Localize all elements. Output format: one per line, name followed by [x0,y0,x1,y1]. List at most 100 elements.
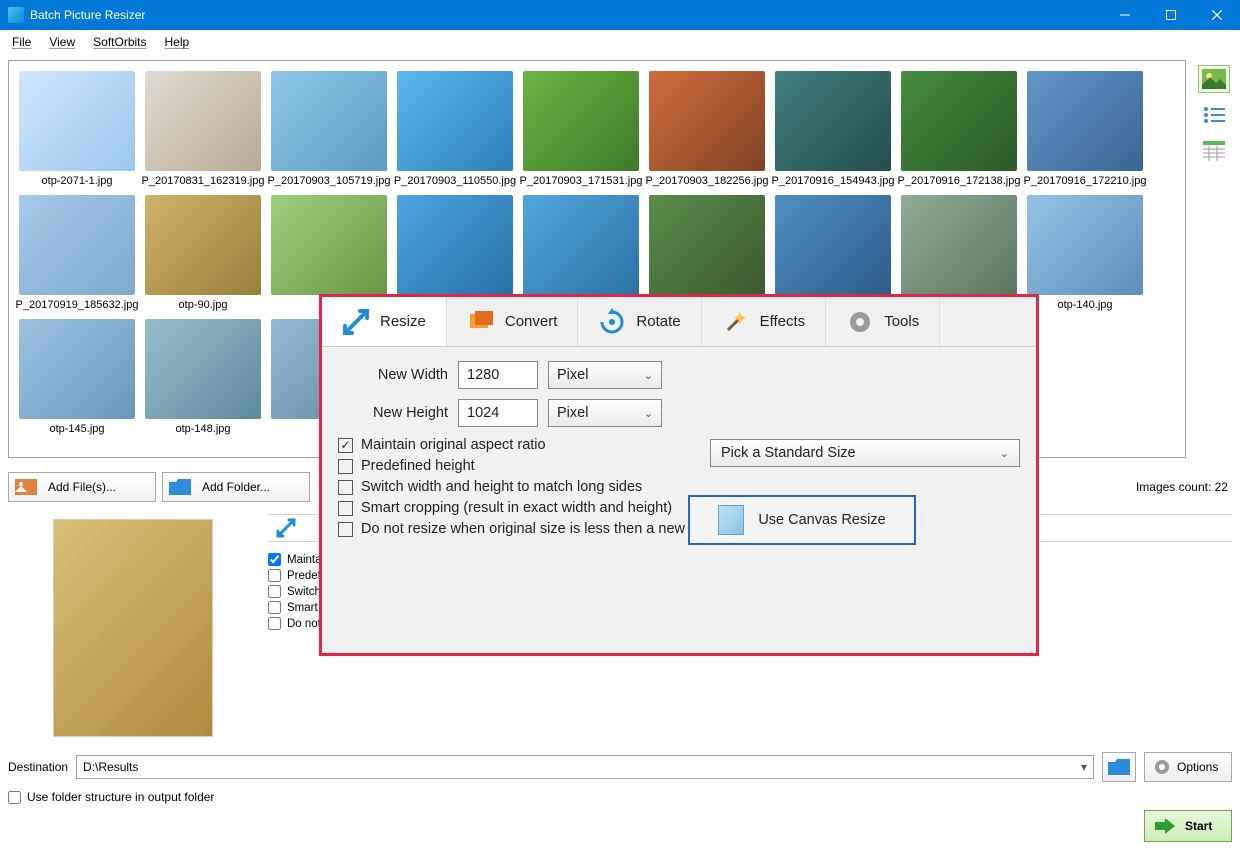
use-folder-structure-label: Use folder structure in output folder [27,790,214,804]
destination-label: Destination [8,760,68,774]
thumbnail-item[interactable]: P_20170916_154943.jpg [771,71,895,187]
new-height-input[interactable]: 1024 [458,399,538,427]
minimize-button[interactable] [1102,0,1148,30]
details-view-icon[interactable] [1199,138,1229,164]
resize-dialog: Resize Convert Rotate Effects Tools New … [319,294,1039,656]
tab-tools[interactable]: Tools [826,297,940,346]
app-icon [8,7,24,23]
thumbnail-item[interactable]: P_20170903_182256.jpg [645,71,769,187]
thumbnail-item[interactable]: otp-2071-1.jpg [15,71,139,187]
thumbnail-label: P_20170903_110550.jpg [394,175,516,187]
donot-resize-label-big: Do not resize when original size is less… [361,521,713,537]
options-label: Options [1177,760,1218,774]
menu-file[interactable]: File [4,33,39,51]
thumbnail-image [145,195,261,295]
tab-effects-label: Effects [760,313,806,330]
thumbnail-image [775,71,891,171]
add-folder-label: Add Folder... [173,480,299,494]
width-unit-label: Pixel [557,367,588,383]
thumbnail-image [145,71,261,171]
new-height-value: 1024 [467,405,499,421]
thumbnail-item[interactable]: otp-140.jpg [1023,195,1147,311]
thumbnail-label: P_20170919_185632.jpg [16,299,139,311]
thumbnail-item[interactable]: otp-90.jpg [141,195,265,311]
new-width-value: 1280 [467,367,499,383]
dialog-tabs: Resize Convert Rotate Effects Tools [322,297,1036,347]
thumbnail-image [397,195,513,295]
thumbnail-item[interactable]: otp-148.jpg [141,319,265,435]
add-folder-button[interactable]: Add Folder... [162,472,310,502]
gear-icon [1153,758,1171,776]
thumbnail-item[interactable]: P_20170831_162319.jpg [141,71,265,187]
folder-icon [169,478,191,496]
switch-wh-checkbox[interactable]: Switch width and height to match long si… [338,479,1020,495]
start-button[interactable]: Start [1144,810,1232,842]
chevron-down-icon: ▾ [1081,760,1087,774]
tab-tools-label: Tools [884,313,919,330]
thumbnail-image [1027,71,1143,171]
menubar: File View SoftOrbits Help [0,30,1240,54]
thumbnail-label: P_20170903_105719.jpg [268,175,391,187]
list-view-icon[interactable] [1199,102,1229,128]
menu-softorbits[interactable]: SoftOrbits [85,33,154,51]
thumbnail-item[interactable]: P_20170916_172138.jpg [897,71,1021,187]
height-unit-select[interactable]: Pixel ⌄ [548,399,662,427]
thumbnail-item[interactable]: P_20170903_110550.jpg [393,71,517,187]
image-icon [15,478,37,496]
effects-icon [722,308,750,336]
tab-convert[interactable]: Convert [447,297,579,346]
chevron-down-icon: ⌄ [644,407,653,420]
new-width-input[interactable]: 1280 [458,361,538,389]
view-toolbar [1196,60,1232,164]
tab-rotate[interactable]: Rotate [578,297,701,346]
thumbnail-image [271,195,387,295]
maximize-button[interactable] [1148,0,1194,30]
thumbnail-image [901,195,1017,295]
thumbnail-image [19,195,135,295]
height-unit-label: Pixel [557,405,588,421]
preview-pane [8,514,258,742]
thumbnail-image [145,319,261,419]
menu-view[interactable]: View [41,33,83,51]
tab-effects[interactable]: Effects [702,297,827,346]
thumbnail-item[interactable]: P_20170903_105719.jpg [267,71,391,187]
chevron-down-icon: ⌄ [644,369,653,382]
thumbnail-item[interactable]: P_20170903_171531.jpg [519,71,643,187]
thumbnail-image [901,71,1017,171]
thumbnail-label: otp-145.jpg [49,423,104,435]
preview-image [53,519,213,737]
destination-combobox[interactable]: D:\Results ▾ [76,755,1094,779]
thumbnail-image [1027,195,1143,295]
switch-wh-label-big: Switch width and height to match long si… [361,479,642,495]
thumbnail-label: P_20170916_172210.jpg [1024,175,1147,187]
chevron-down-icon: ⌄ [1000,447,1009,460]
use-folder-structure-checkbox[interactable]: Use folder structure in output folder [8,790,1232,804]
options-button[interactable]: Options [1144,752,1232,782]
thumbnail-image [19,319,135,419]
donot-resize-checkbox[interactable]: Do not resize when original size is less… [338,521,1020,537]
thumbnails-view-icon[interactable] [1199,66,1229,92]
new-height-label: New Height [338,405,448,421]
new-width-label: New Width [338,367,448,383]
standard-size-select[interactable]: Pick a Standard Size ⌄ [710,439,1020,467]
app-title: Batch Picture Resizer [30,8,145,22]
images-count: Images count: 22 [1136,480,1232,494]
start-arrow-icon [1155,818,1175,834]
add-files-button[interactable]: Add File(s)... [8,472,156,502]
convert-icon [467,308,495,336]
smart-crop-checkbox[interactable]: Smart cropping (result in exact width an… [338,500,1020,516]
close-button[interactable] [1194,0,1240,30]
tab-resize[interactable]: Resize [322,297,447,346]
thumbnail-image [649,71,765,171]
browse-destination-button[interactable] [1102,752,1136,782]
menu-help[interactable]: Help [157,33,198,51]
thumbnail-item[interactable]: P_20170916_172210.jpg [1023,71,1147,187]
use-canvas-resize-button[interactable]: Use Canvas Resize [688,495,916,545]
width-unit-select[interactable]: Pixel ⌄ [548,361,662,389]
thumbnail-image [775,195,891,295]
thumbnail-item[interactable]: otp-145.jpg [15,319,139,435]
standard-size-label: Pick a Standard Size [721,445,856,461]
rotate-icon [598,308,626,336]
thumbnail-item[interactable]: P_20170919_185632.jpg [15,195,139,311]
resize-icon [342,308,370,336]
